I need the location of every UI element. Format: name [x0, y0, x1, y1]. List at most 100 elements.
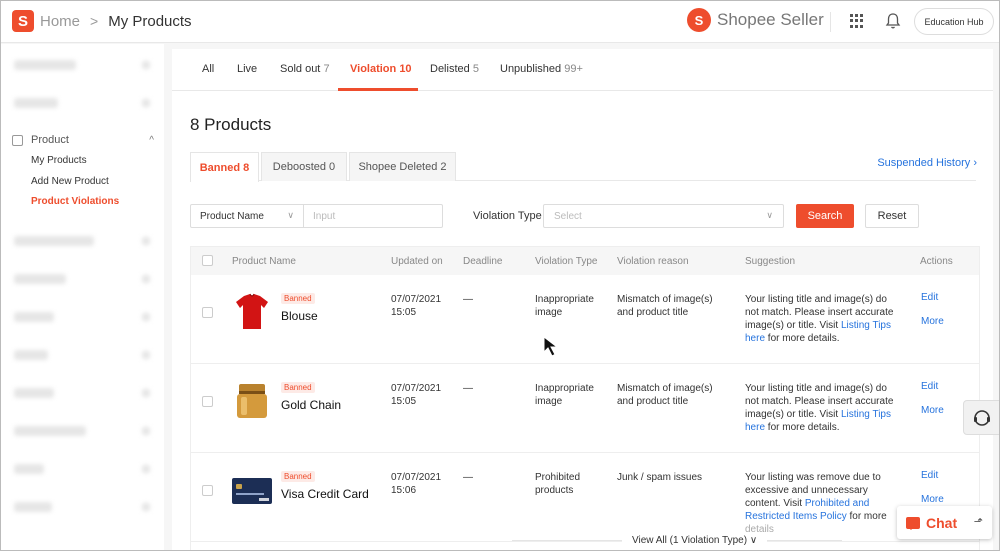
sidebar-section-product[interactable]: Product ^	[12, 134, 154, 146]
here-link[interactable]: here	[745, 422, 765, 433]
suspended-history-link[interactable]: Suspended History ›	[877, 157, 977, 169]
subtab-banned[interactable]: Banned 8	[190, 152, 259, 182]
shopee-bag-icon: S	[687, 8, 711, 32]
tab-sold-out[interactable]: Sold out 7	[280, 63, 330, 75]
violation-reason: Junk / spam issues	[617, 472, 703, 483]
banned-badge: Banned	[281, 293, 315, 304]
sidebar-blurred-item[interactable]	[14, 98, 58, 108]
headset-icon	[973, 409, 990, 426]
sidebar-blurred-chevron	[142, 61, 150, 69]
chevron-down-icon: ∨	[287, 210, 294, 220]
product-name[interactable]: Gold Chain	[281, 398, 341, 412]
banned-badge: Banned	[281, 382, 315, 393]
filter-input[interactable]: Input	[304, 205, 442, 227]
sidebar-item-my-products[interactable]: My Products	[31, 155, 87, 166]
product-thumbnail-blouse[interactable]	[231, 291, 273, 333]
reset-button[interactable]: Reset	[865, 204, 919, 228]
support-button[interactable]	[963, 400, 1000, 435]
updated-on: 07/07/2021 15:05	[391, 383, 442, 407]
column-header: Product Name	[232, 256, 296, 267]
row-checkbox[interactable]	[202, 307, 213, 318]
brand-name: Shopee Seller	[717, 10, 824, 29]
column-header: Suggestion	[745, 256, 796, 267]
product-thumbnail-visa-card[interactable]	[231, 469, 273, 511]
expand-icon[interactable]: ⬏	[974, 515, 983, 528]
sidebar-blurred-item[interactable]	[14, 502, 52, 512]
edit-button[interactable]: Edit	[921, 470, 938, 481]
listing-tips-link[interactable]: Listing Tips	[841, 409, 891, 420]
sidebar: Product ^ My Products Add New Product Pr…	[0, 44, 164, 551]
bell-icon[interactable]	[885, 12, 901, 30]
sidebar-blurred-chevron	[142, 503, 150, 511]
here-link[interactable]: here	[745, 333, 765, 344]
subtab-shopee-deleted[interactable]: Shopee Deleted 2	[349, 152, 456, 181]
table-row: Banned Gold Chain 07/07/2021 15:05 — Inap…	[191, 364, 979, 453]
sidebar-blurred-item[interactable]	[14, 60, 76, 70]
violation-type-select[interactable]: Select ∨	[543, 204, 784, 228]
shopee-logo-icon[interactable]: S	[12, 10, 34, 32]
chat-button[interactable]: Chat ⬏	[897, 506, 992, 539]
sidebar-blurred-item[interactable]	[14, 426, 86, 436]
column-header: Deadline	[463, 256, 503, 267]
select-all-checkbox[interactable]	[202, 255, 213, 266]
restricted-items-link[interactable]: Restricted Items Policy	[745, 511, 847, 522]
deadline: —	[463, 383, 473, 394]
header-divider	[830, 12, 831, 32]
breadcrumb-home[interactable]: Home	[40, 13, 80, 30]
product-name[interactable]: Visa Credit Card	[281, 487, 369, 501]
sidebar-blurred-chevron	[142, 351, 150, 359]
updated-on: 07/07/2021 15:06	[391, 472, 442, 496]
prohibited-policy-link[interactable]: Prohibited and	[805, 498, 870, 509]
table-row: Banned Visa Credit Card 07/07/2021 15:06 …	[191, 453, 979, 542]
row-checkbox[interactable]	[202, 396, 213, 407]
more-button[interactable]: More	[921, 316, 944, 327]
product-filter: Product Name ∨ Input	[190, 204, 443, 228]
row-checkbox[interactable]	[202, 485, 213, 496]
tab-unpublished[interactable]: Unpublished 99+	[500, 63, 583, 75]
main-panel: All Live Sold out 7 Violation 10 Deliste…	[172, 49, 993, 551]
sidebar-item-product-violations[interactable]: Product Violations	[31, 196, 119, 207]
sidebar-blurred-item[interactable]	[14, 312, 54, 322]
tab-violation[interactable]: Violation 10	[350, 63, 412, 75]
tab-live[interactable]: Live	[237, 63, 257, 75]
breadcrumb-current: My Products	[108, 12, 192, 30]
brand: S Shopee Seller	[687, 8, 824, 32]
edit-button[interactable]: Edit	[921, 292, 938, 303]
apps-grid-icon[interactable]	[850, 14, 864, 28]
table-row: Banned Blouse 07/07/2021 15:05 — Inapprop…	[191, 275, 979, 364]
view-all-button[interactable]: View All (1 Violation Type) ∨	[622, 533, 768, 548]
mouse-cursor-icon	[543, 336, 559, 357]
education-hub-button[interactable]: Education Hub	[914, 8, 994, 35]
active-tab-indicator	[338, 88, 418, 91]
product-thumbnail-gold-chain[interactable]	[231, 380, 273, 422]
more-button[interactable]: More	[921, 405, 944, 416]
sidebar-item-add-new-product[interactable]: Add New Product	[31, 176, 109, 187]
table-header: Product Name Updated on Deadline Violati…	[191, 247, 979, 275]
sidebar-blurred-item[interactable]	[14, 464, 44, 474]
subtab-deboosted[interactable]: Deboosted 0	[261, 152, 347, 181]
tab-delisted[interactable]: Delisted 5	[430, 63, 479, 75]
violations-table: Product Name Updated on Deadline Violati…	[190, 246, 980, 551]
sidebar-blurred-item[interactable]	[14, 388, 54, 398]
column-header: Violation Type	[535, 256, 598, 267]
sidebar-blurred-item[interactable]	[14, 350, 48, 360]
search-button[interactable]: Search	[796, 204, 854, 228]
updated-on: 07/07/2021 15:05	[391, 294, 442, 318]
sidebar-blurred-chevron	[142, 389, 150, 397]
status-tabs: All Live Sold out 7 Violation 10 Deliste…	[172, 49, 993, 91]
product-icon	[12, 134, 23, 146]
sidebar-blurred-item[interactable]	[14, 274, 66, 284]
column-header: Violation reason	[617, 256, 689, 267]
more-button[interactable]: More	[921, 494, 944, 505]
chevron-down-icon: ∨	[749, 535, 758, 546]
deadline: —	[463, 294, 473, 305]
product-name[interactable]: Blouse	[281, 309, 318, 323]
sidebar-blurred-item[interactable]	[14, 236, 94, 246]
violation-type: Inappropriate image	[535, 383, 594, 407]
filter-field-select[interactable]: Product Name ∨	[191, 205, 304, 227]
banned-badge: Banned	[281, 471, 315, 482]
chevron-right-icon: ›	[973, 157, 977, 169]
listing-tips-link[interactable]: Listing Tips	[841, 320, 891, 331]
edit-button[interactable]: Edit	[921, 381, 938, 392]
tab-all[interactable]: All	[202, 63, 214, 75]
